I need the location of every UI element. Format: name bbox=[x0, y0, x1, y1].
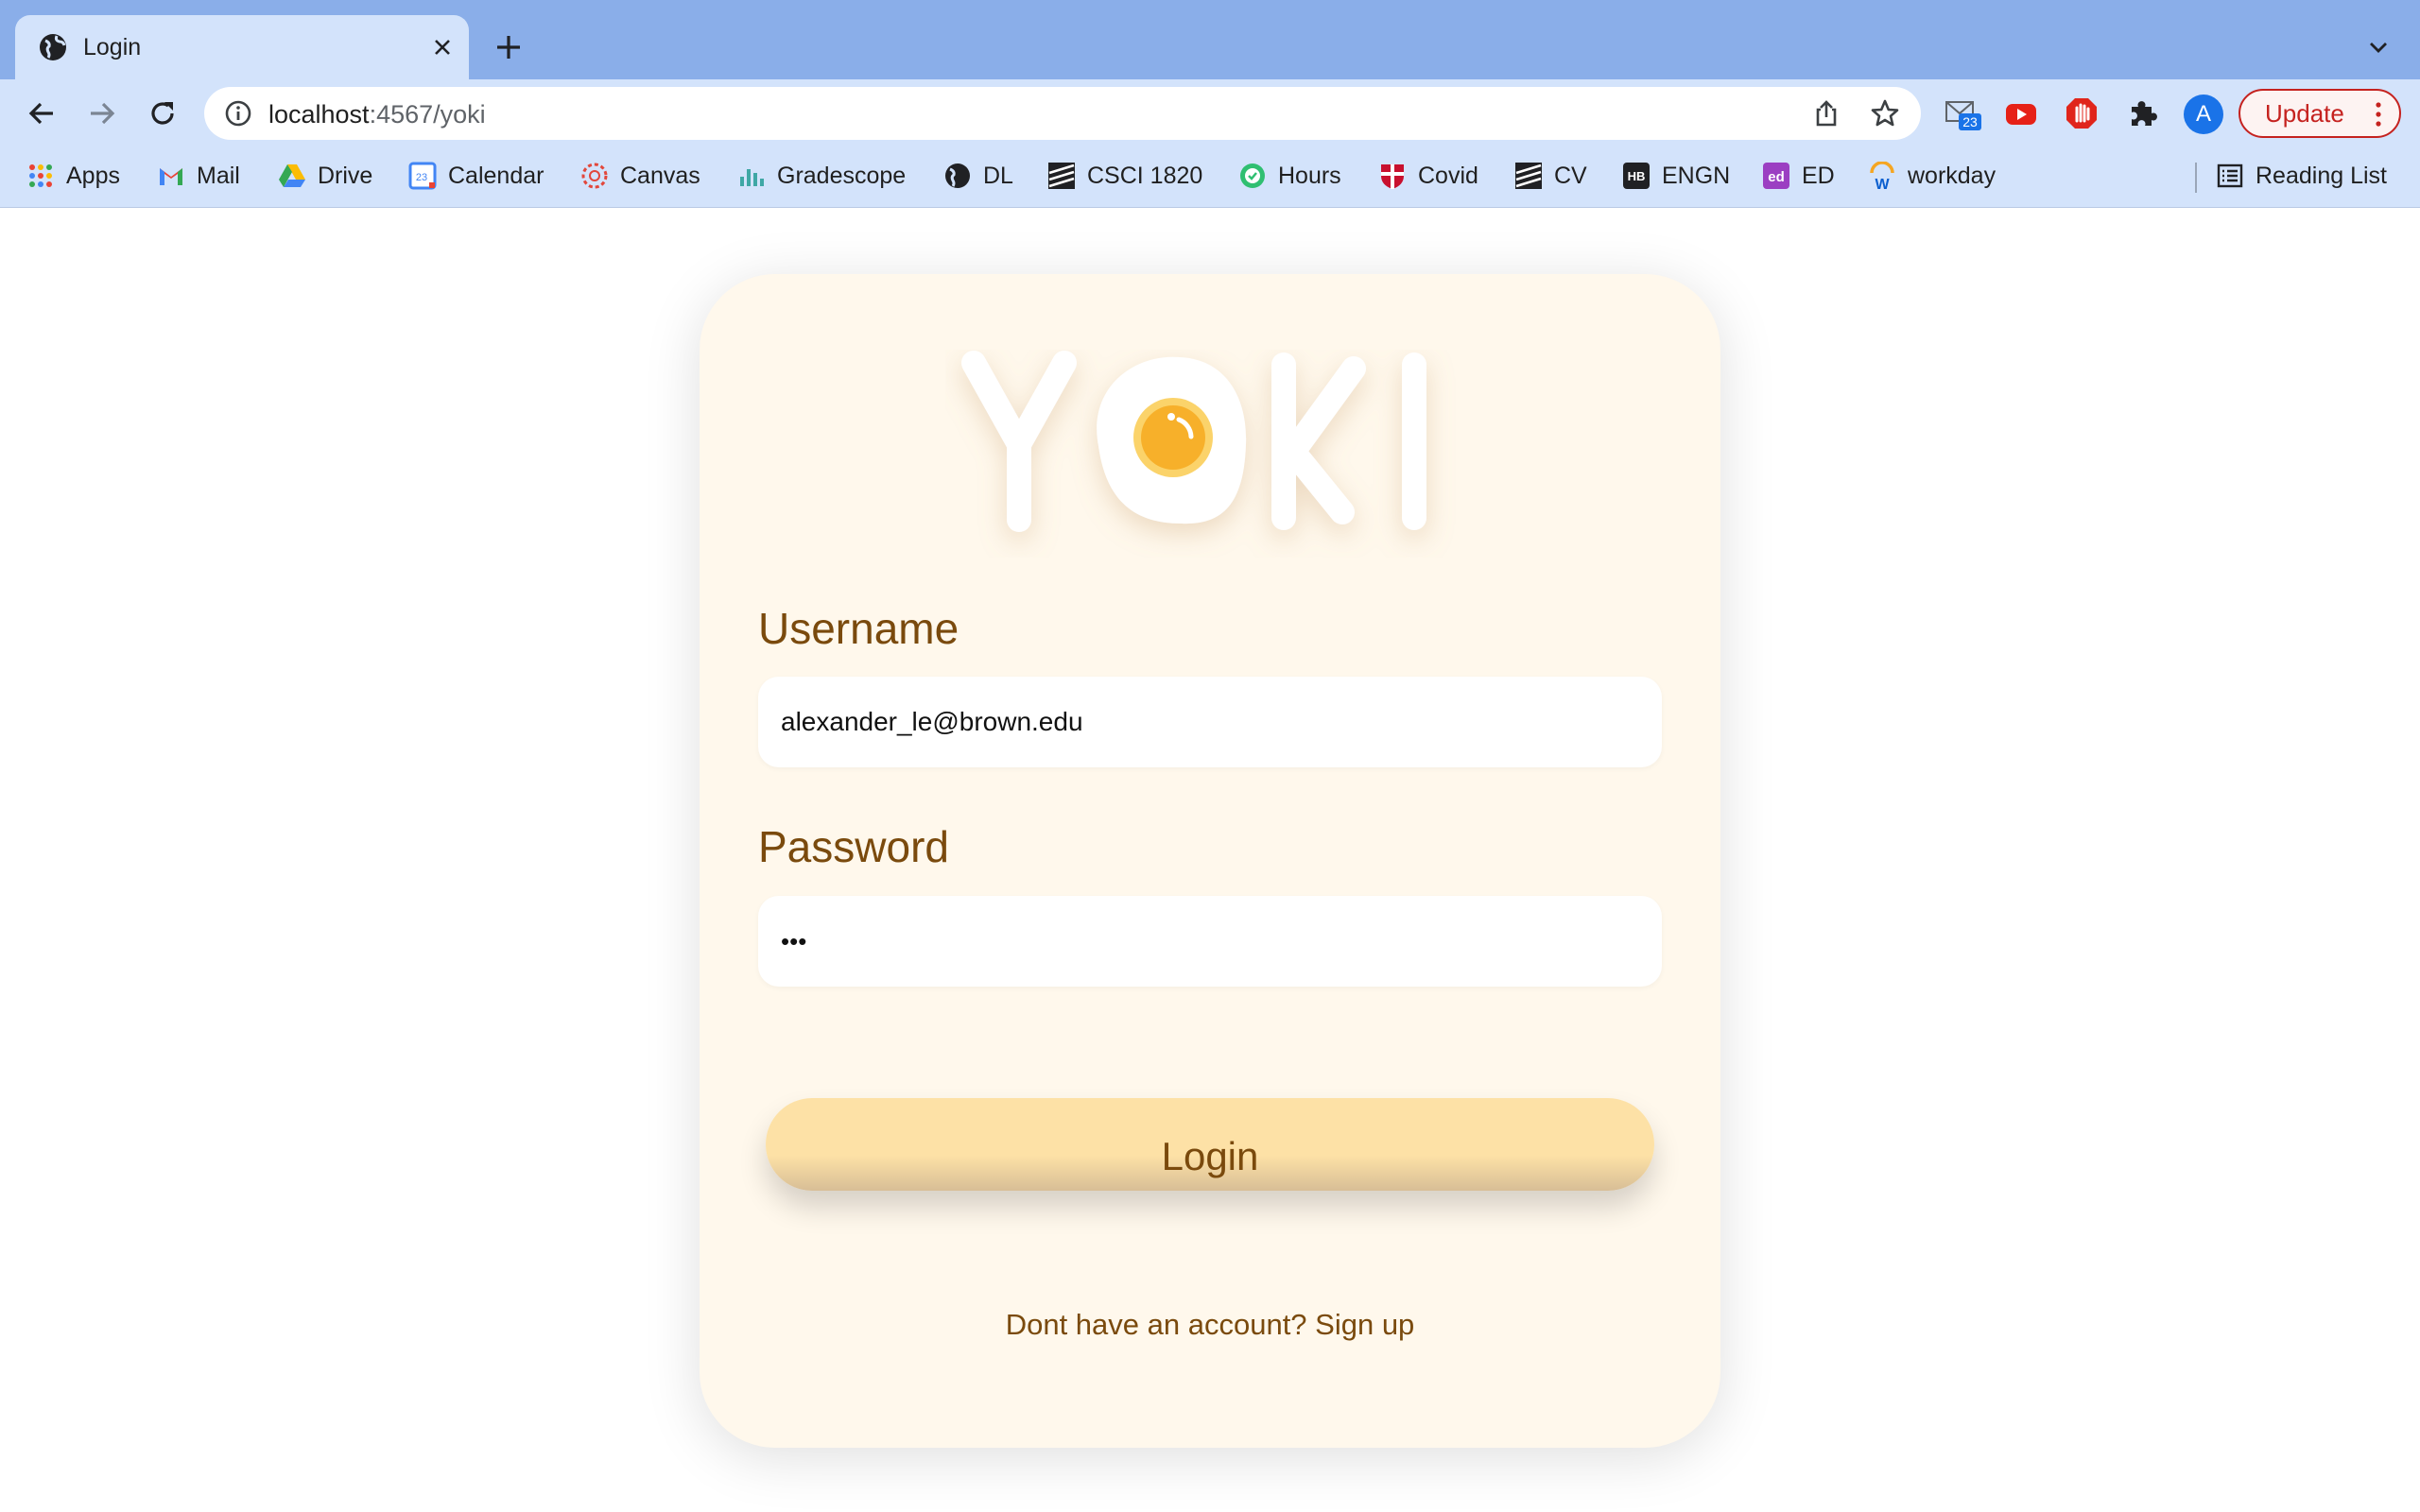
bookmark-workday[interactable]: W workday bbox=[1868, 155, 1996, 197]
puzzle-extensions-icon[interactable] bbox=[2123, 94, 2161, 132]
workday-icon: W bbox=[1870, 162, 1894, 190]
bookmark-hours[interactable]: Hours bbox=[1238, 155, 1341, 197]
bookmark-label: CV bbox=[1554, 162, 1587, 189]
yoki-logo-graphic bbox=[961, 351, 1426, 532]
tab-login[interactable]: Login bbox=[15, 15, 469, 79]
bookmark-cv[interactable]: CV bbox=[1514, 155, 1587, 197]
browser-tab-strip: Login bbox=[0, 0, 2420, 79]
bookmark-label: ED bbox=[1802, 162, 1835, 189]
bookmark-dl[interactable]: DL bbox=[943, 155, 1013, 197]
reload-icon[interactable] bbox=[144, 94, 182, 132]
url-path: :4567/yoki bbox=[369, 100, 486, 129]
bookmark-calendar[interactable]: 23 Calendar bbox=[408, 155, 544, 197]
reading-list-button[interactable]: Reading List bbox=[2216, 155, 2387, 197]
password-input[interactable]: ••• bbox=[758, 896, 1662, 987]
address-bar[interactable]: localhost:4567/yoki bbox=[204, 87, 1921, 140]
bookmark-csci-1820[interactable]: CSCI 1820 bbox=[1047, 155, 1202, 197]
ed-icon-text: ed bbox=[1768, 169, 1785, 185]
gradescope-icon bbox=[740, 169, 764, 186]
ed-icon: ed bbox=[1763, 163, 1789, 189]
reading-list-label: Reading List bbox=[2256, 162, 2387, 189]
update-button[interactable]: Update bbox=[2238, 89, 2401, 138]
bookmark-label: CSCI 1820 bbox=[1087, 162, 1203, 189]
bookmarks-divider bbox=[2195, 163, 2197, 193]
calendar-icon: 23 bbox=[408, 162, 437, 190]
tab-search-chevron-icon[interactable] bbox=[2360, 28, 2397, 66]
bookmark-label: Mail bbox=[197, 162, 240, 189]
stop-hand-extension-icon[interactable] bbox=[2063, 94, 2100, 132]
stripes-icon bbox=[1515, 163, 1542, 189]
profile-avatar[interactable]: A bbox=[2184, 94, 2223, 134]
bookmark-canvas[interactable]: Canvas bbox=[580, 155, 700, 197]
gmail-icon bbox=[160, 168, 182, 185]
bookmark-ed[interactable]: ed ED bbox=[1762, 155, 1835, 197]
shield-icon bbox=[1381, 164, 1404, 189]
mail-badge-count: 23 bbox=[1962, 114, 1978, 129]
site-info-icon[interactable] bbox=[223, 98, 253, 129]
bookmark-label: Gradescope bbox=[777, 162, 907, 189]
close-tab-icon[interactable] bbox=[427, 32, 458, 62]
youtube-extension-icon[interactable] bbox=[2002, 94, 2040, 132]
bookmark-label: Drive bbox=[318, 162, 373, 189]
drive-icon bbox=[279, 164, 305, 187]
update-label: Update bbox=[2265, 98, 2344, 128]
browser-toolbar: localhost:4567/yoki 23 A Update bbox=[0, 79, 2420, 146]
url-text: localhost:4567/yoki bbox=[268, 100, 486, 129]
bookmark-label: Hours bbox=[1278, 162, 1341, 189]
username-input[interactable]: alexander_le@brown.edu bbox=[758, 677, 1662, 767]
password-label: Password bbox=[758, 822, 949, 871]
bookmark-covid[interactable]: Covid bbox=[1378, 155, 1478, 197]
bookmark-star-icon[interactable] bbox=[1870, 98, 1900, 129]
new-tab-plus-icon[interactable] bbox=[490, 28, 527, 66]
url-host: localhost bbox=[268, 100, 370, 129]
bookmark-label: workday bbox=[1908, 162, 1996, 189]
login-button[interactable]: Login bbox=[766, 1098, 1654, 1191]
check-circle-icon bbox=[1240, 163, 1265, 188]
bookmark-mail[interactable]: Mail bbox=[157, 155, 240, 197]
globe-icon bbox=[945, 163, 970, 188]
kebab-menu-icon[interactable] bbox=[2369, 100, 2388, 129]
bookmarks-bar: Apps Mail Drive 23 Calendar Canvas Grade… bbox=[0, 146, 2420, 208]
stripes-icon bbox=[1048, 163, 1075, 189]
calendar-icon-date: 23 bbox=[416, 172, 427, 183]
bookmark-engn[interactable]: HB ENGN bbox=[1622, 155, 1730, 197]
apps-grid-icon bbox=[29, 164, 52, 187]
bookmark-drive[interactable]: Drive bbox=[278, 155, 372, 197]
canvas-icon bbox=[581, 163, 608, 189]
bookmark-label: ENGN bbox=[1662, 162, 1731, 189]
workday-icon-letter: W bbox=[1875, 177, 1890, 190]
bookmark-gradescope[interactable]: Gradescope bbox=[737, 155, 906, 197]
bookmark-label: Covid bbox=[1418, 162, 1478, 189]
username-label: Username bbox=[758, 604, 959, 653]
bookmark-label: Calendar bbox=[448, 162, 544, 189]
tab-title: Login bbox=[83, 34, 142, 60]
bookmark-label: Canvas bbox=[620, 162, 700, 189]
bookmark-label: Apps bbox=[66, 162, 120, 189]
hb-icon-text: HB bbox=[1628, 169, 1646, 183]
globe-icon bbox=[40, 34, 66, 60]
bookmark-label: DL bbox=[983, 162, 1013, 189]
login-card: Username alexander_le@brown.edu Password… bbox=[700, 274, 1720, 1448]
mail-extension-icon[interactable]: 23 bbox=[1944, 94, 1981, 132]
forward-arrow-icon[interactable] bbox=[83, 94, 121, 132]
back-arrow-icon[interactable] bbox=[23, 94, 60, 132]
hb-icon: HB bbox=[1623, 163, 1650, 189]
signup-link[interactable]: Dont have an account? Sign up bbox=[700, 1308, 1720, 1342]
yoki-logo bbox=[945, 350, 1475, 558]
reading-list-icon bbox=[2217, 163, 2243, 188]
share-icon[interactable] bbox=[1811, 98, 1841, 129]
bookmark-apps[interactable]: Apps bbox=[26, 155, 120, 197]
login-button-label: Login bbox=[1161, 1134, 1259, 1178]
